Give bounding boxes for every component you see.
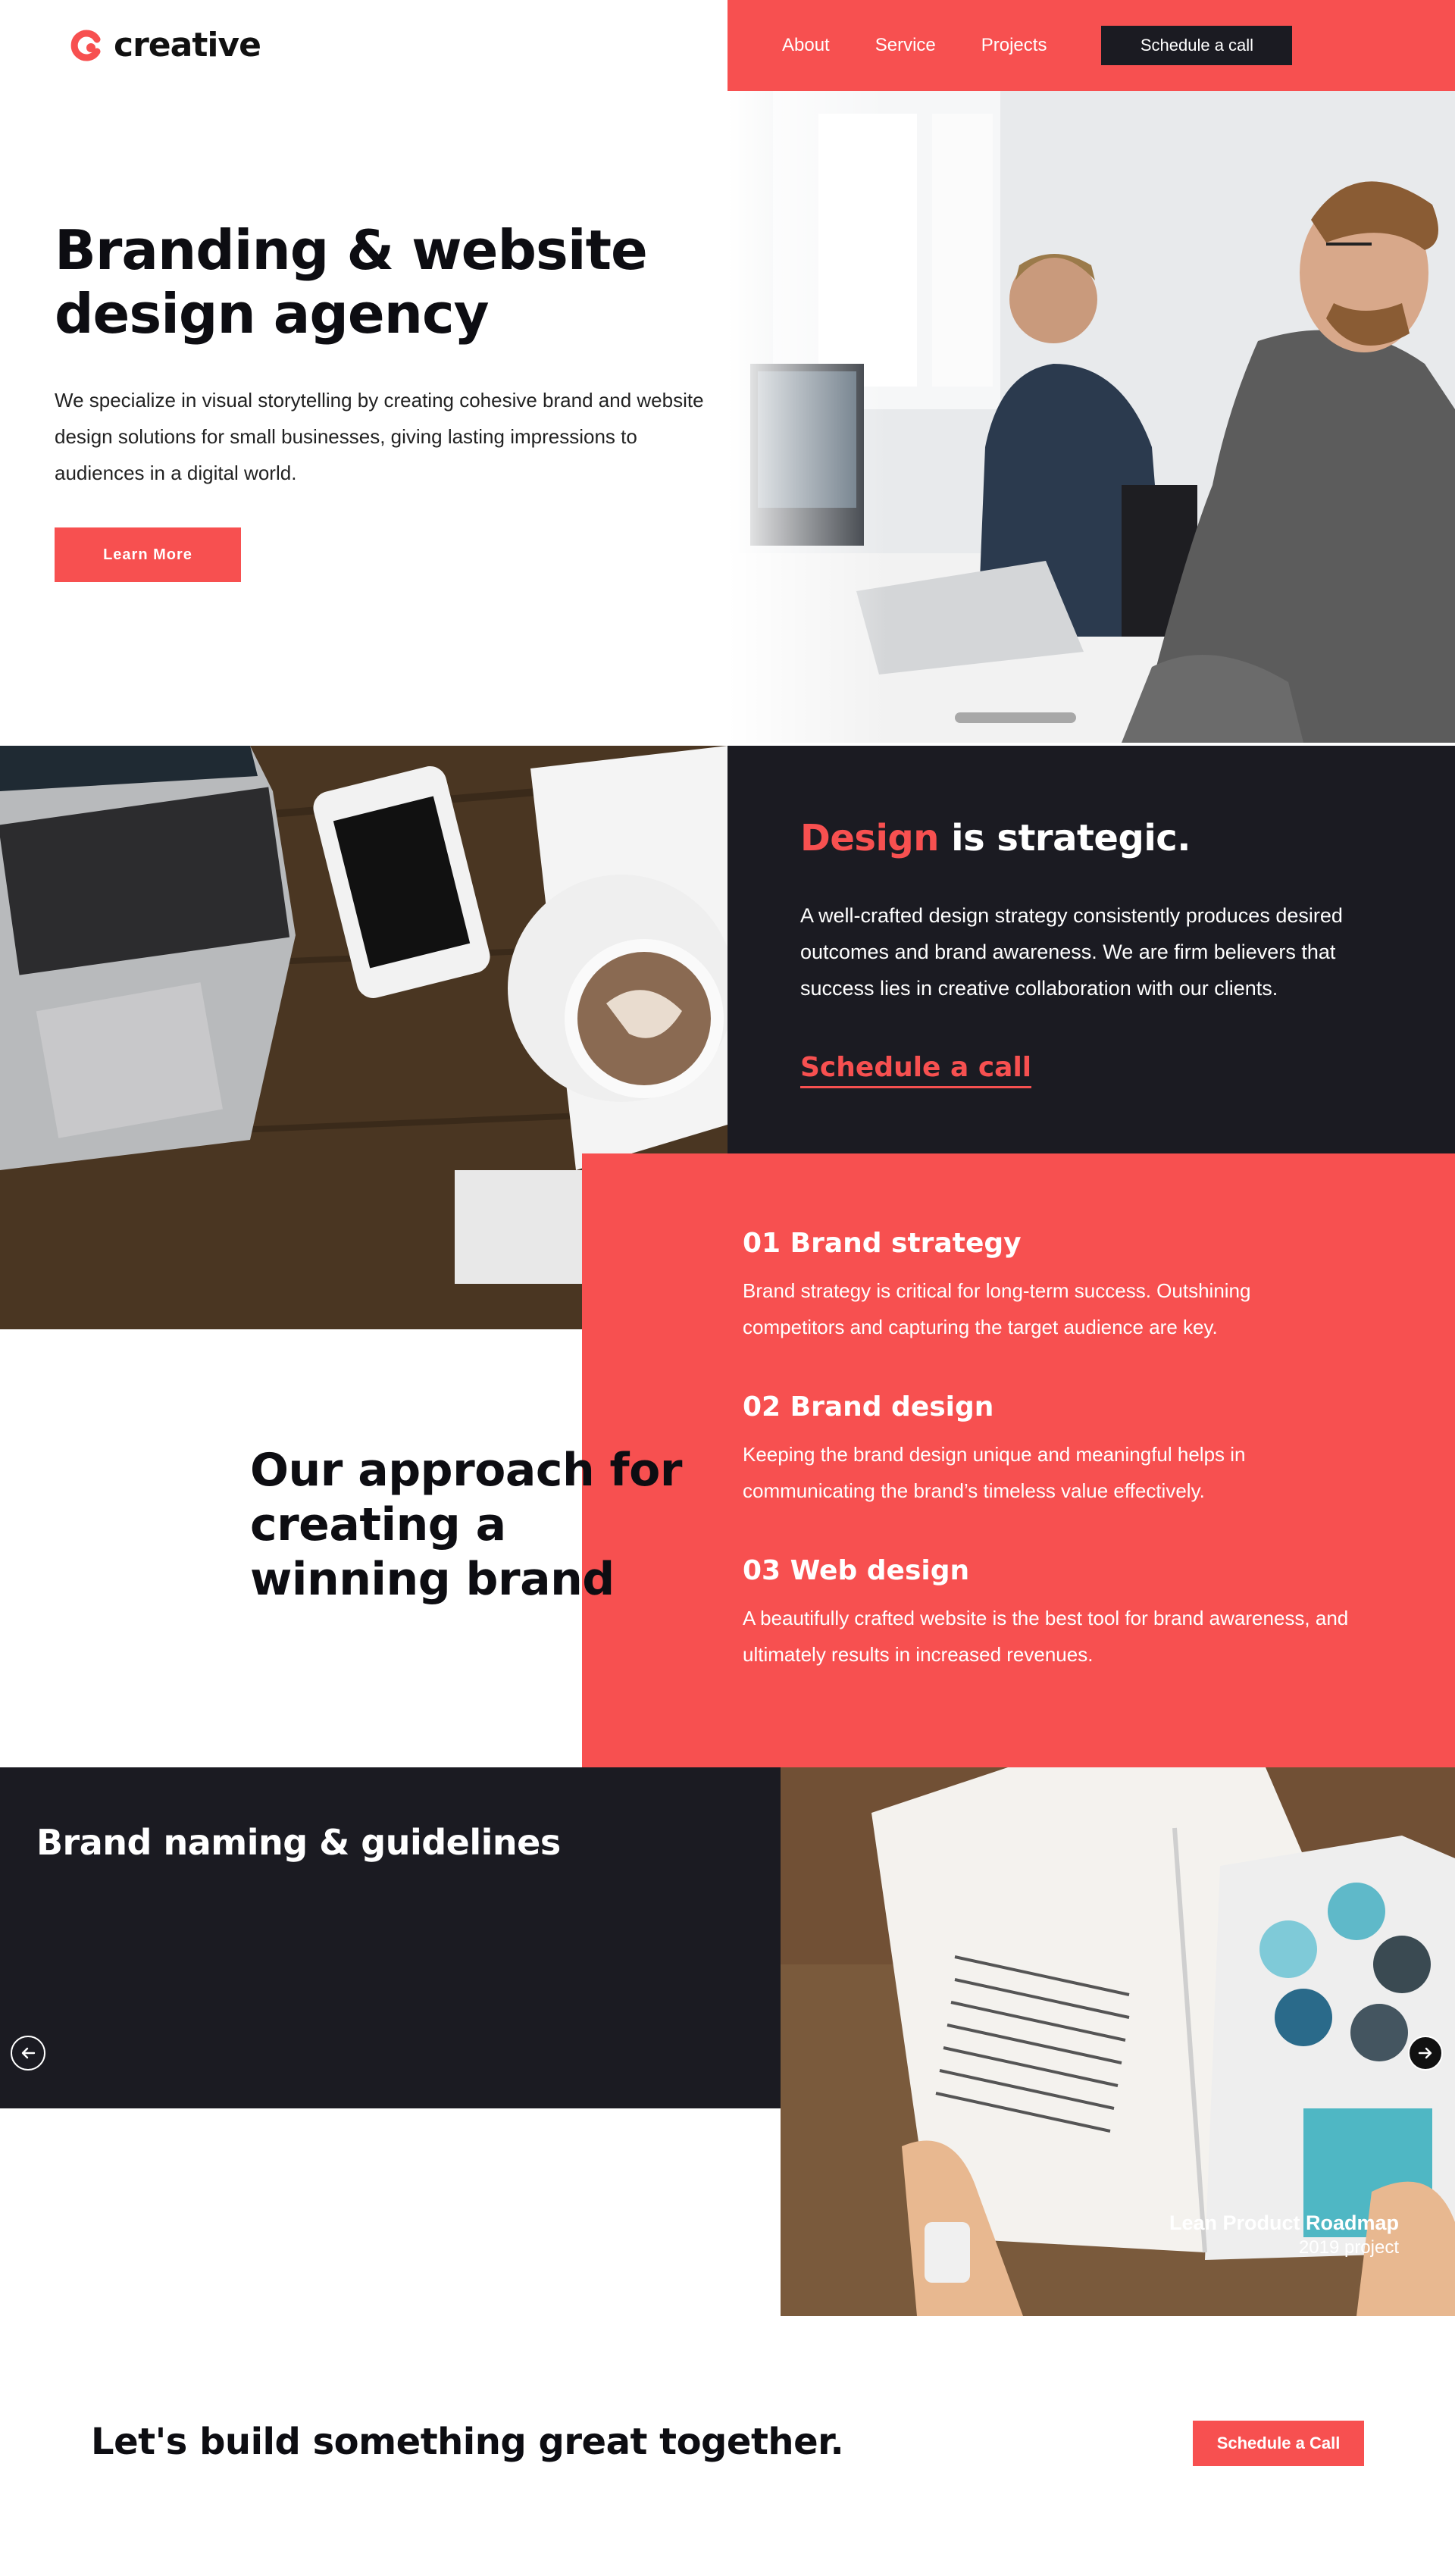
schedule-call-nav-button[interactable]: Schedule a call (1101, 26, 1293, 65)
step-text: Brand strategy is critical for long-term… (743, 1279, 1251, 1338)
slider-prev-button[interactable] (11, 2036, 45, 2071)
hero-photo (728, 91, 1455, 743)
top-navbar: About Service Projects Schedule a call (728, 0, 1455, 91)
arrow-left-icon (21, 2047, 36, 2059)
slider-next-button[interactable] (1408, 2036, 1443, 2071)
logo-mark-icon (70, 29, 103, 62)
step-text: Keeping the brand design unique and mean… (743, 1443, 1246, 1502)
logo[interactable]: creative (70, 26, 261, 64)
nav-service[interactable]: Service (875, 35, 936, 56)
step-brand-design: 02 Brand design Keeping the brand design… (743, 1391, 1349, 1509)
cta-heading: Let's build something great together. (91, 2421, 844, 2463)
schedule-call-link[interactable]: Schedule a call (800, 1052, 1032, 1088)
project-year: 2019 project (1298, 2237, 1399, 2258)
schedule-call-cta-button[interactable]: Schedule a Call (1193, 2421, 1364, 2466)
nav-about[interactable]: About (782, 35, 830, 56)
step-brand-strategy: 01 Brand strategy Brand strategy is crit… (743, 1228, 1349, 1345)
step-web-design: 03 Web design A beautifully crafted webs… (743, 1555, 1349, 1673)
hero-description: We specialize in visual storytelling by … (55, 389, 704, 484)
approach-title: Our approach for creating a winning bran… (250, 1444, 682, 1606)
slider-dark-panel (0, 1767, 781, 2108)
step-title: 03 Web design (743, 1555, 970, 1586)
strategy-title-rest: is strategic. (938, 817, 1191, 859)
step-text: A beautifully crafted website is the bes… (743, 1607, 1349, 1666)
nav-projects[interactable]: Projects (981, 35, 1047, 56)
strategy-title: Design is strategic. (800, 817, 1191, 859)
project-name: Lean Product Roadmap (1169, 2211, 1399, 2234)
arrow-right-icon (1418, 2047, 1432, 2059)
strategy-title-accent: Design (800, 817, 939, 859)
strategy-description: A well-crafted design strategy consisten… (800, 904, 1343, 1000)
logo-wordmark: creative (114, 26, 261, 64)
learn-more-button[interactable]: Learn More (55, 527, 241, 582)
hero-title: Branding & website design agency (55, 218, 648, 346)
step-title: 02 Brand design (743, 1391, 994, 1423)
slide-title: Brand naming & guidelines (36, 1822, 561, 1863)
step-title: 01 Brand strategy (743, 1228, 1022, 1259)
